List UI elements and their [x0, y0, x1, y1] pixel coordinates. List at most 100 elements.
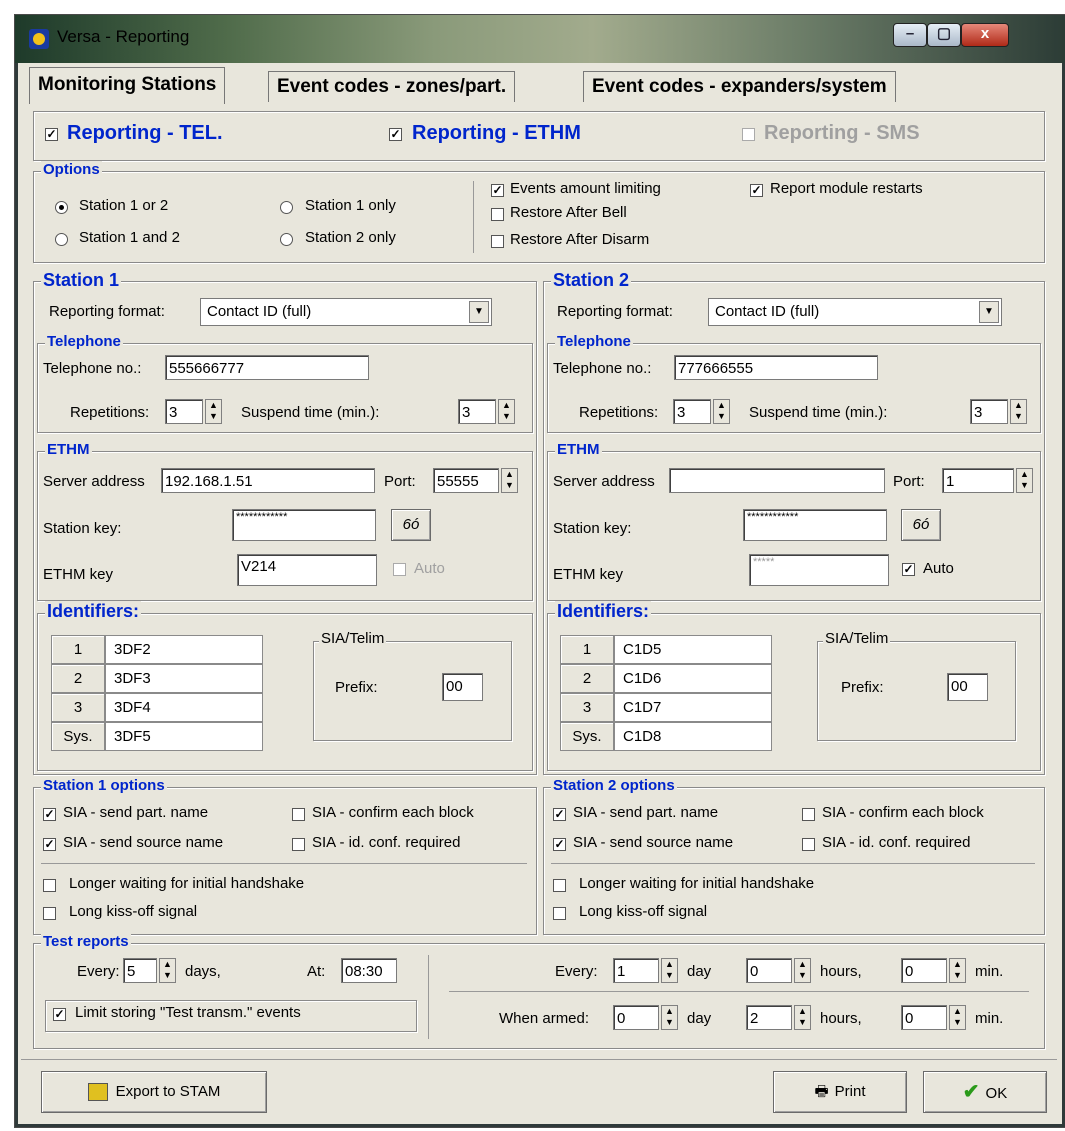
s2-sia-confirm-checkbox[interactable]	[802, 808, 815, 821]
station2-prefix-input[interactable]: 00	[947, 673, 988, 701]
every-hours-input[interactable]: 0	[746, 958, 792, 983]
identifier-index: 3	[560, 693, 614, 722]
s1-long-kiss-checkbox[interactable]	[43, 907, 56, 920]
tab-event-codes-zones[interactable]: Event codes - zones/part.	[268, 71, 516, 102]
hours-label: hours,	[820, 1010, 862, 1027]
export-icon	[87, 1083, 108, 1102]
identifier-index: Sys.	[560, 722, 614, 751]
port-spin[interactable]: ▲ ▼	[1016, 468, 1033, 493]
repetitions-spin[interactable]: ▲ ▼	[713, 399, 730, 424]
identifier-input[interactable]: C1D8	[614, 722, 772, 751]
report-restarts-checkbox[interactable]: ✓	[750, 184, 763, 197]
restore-bell-checkbox[interactable]	[491, 208, 504, 221]
station1-format-select[interactable]: Contact ID (full) ▼	[200, 298, 492, 326]
identifier-index: 1	[51, 635, 105, 664]
station1-key-input[interactable]: ************	[232, 509, 376, 541]
s2-sia-part-checkbox[interactable]: ✓	[553, 808, 566, 821]
armed-min-spin[interactable]: ▲ ▼	[949, 1005, 966, 1030]
radio-station-2-only[interactable]	[280, 233, 293, 246]
sia-source-label: SIA - send source name	[63, 834, 224, 851]
armed-day-spin[interactable]: ▲ ▼	[661, 1005, 678, 1030]
station2-ethm-key-input[interactable]: *****	[749, 554, 889, 586]
print-label: Print	[834, 1083, 866, 1100]
s2-sia-idconf-checkbox[interactable]	[802, 838, 815, 851]
armed-day-input[interactable]: 0	[613, 1005, 659, 1030]
station1-repetitions-input[interactable]: 3	[165, 399, 203, 424]
show-key-button[interactable]: 6ó	[901, 509, 941, 541]
every-day-spin[interactable]: ▲ ▼	[661, 958, 678, 983]
sia-part-label: SIA - send part. name	[573, 804, 719, 821]
identifier-input[interactable]: 3DF4	[105, 693, 263, 722]
armed-hours-input[interactable]: 2	[746, 1005, 792, 1030]
station1-port-input[interactable]: 55555	[433, 468, 499, 493]
reporting-ethm-checkbox[interactable]: ✓	[389, 128, 402, 141]
s2-long-kiss-checkbox[interactable]	[553, 907, 566, 920]
s2-sia-source-checkbox[interactable]: ✓	[553, 838, 566, 851]
export-to-stam-button[interactable]: Export to STAM	[41, 1071, 267, 1113]
repetitions-spin[interactable]: ▲ ▼	[205, 399, 222, 424]
ok-button[interactable]: ✔ OK	[923, 1071, 1047, 1113]
station1-ethm-key-input[interactable]: V214	[237, 554, 377, 586]
identifier-input[interactable]: C1D6	[614, 664, 772, 693]
station2-phone-input[interactable]: 777666555	[674, 355, 878, 380]
every-days-spin[interactable]: ▲ ▼	[159, 958, 176, 983]
identifier-input[interactable]: 3DF3	[105, 664, 263, 693]
station1-suspend-input[interactable]: 3	[458, 399, 496, 424]
s1-sia-confirm-checkbox[interactable]	[292, 808, 305, 821]
window-title: Versa - Reporting	[57, 27, 190, 46]
suspend-spin[interactable]: ▲ ▼	[1010, 399, 1027, 424]
station2-server-input[interactable]	[669, 468, 885, 493]
test-at-time-input[interactable]: 08:30	[341, 958, 397, 983]
station2-port-input[interactable]: 1	[942, 468, 1014, 493]
every-min-input[interactable]: 0	[901, 958, 947, 983]
title-bar[interactable]: Versa - Reporting – ▢ x	[15, 15, 1065, 63]
station1-auto-checkbox[interactable]	[393, 563, 406, 576]
station-key-label: Station key:	[553, 520, 632, 537]
events-limit-checkbox[interactable]: ✓	[491, 184, 504, 197]
station2-auto-checkbox[interactable]: ✓	[902, 563, 915, 576]
station2-repetitions-input[interactable]: 3	[673, 399, 711, 424]
s1-sia-part-checkbox[interactable]: ✓	[43, 808, 56, 821]
armed-hours-spin[interactable]: ▲ ▼	[794, 1005, 811, 1030]
radio-station-1-or-2[interactable]	[55, 201, 68, 214]
close-button[interactable]: x	[961, 23, 1009, 47]
station2-key-input[interactable]: ************	[743, 509, 887, 541]
radio-station-1-only[interactable]	[280, 201, 293, 214]
suspend-spin[interactable]: ▲ ▼	[498, 399, 515, 424]
identifier-input[interactable]: C1D7	[614, 693, 772, 722]
station1-prefix-input[interactable]: 00	[442, 673, 483, 701]
s2-longer-wait-checkbox[interactable]	[553, 879, 566, 892]
station1-server-input[interactable]: 192.168.1.51	[161, 468, 375, 493]
every-day-input[interactable]: 1	[613, 958, 659, 983]
every-hours-spin[interactable]: ▲ ▼	[794, 958, 811, 983]
station1-phone-input[interactable]: 555666777	[165, 355, 369, 380]
reporting-tel-checkbox[interactable]: ✓	[45, 128, 58, 141]
port-spin[interactable]: ▲ ▼	[501, 468, 518, 493]
tab-monitoring-stations[interactable]: Monitoring Stations	[29, 67, 226, 104]
show-key-button[interactable]: 6ó	[391, 509, 431, 541]
tab-event-codes-expanders[interactable]: Event codes - expanders/system	[583, 71, 896, 102]
radio-station-1-and-2[interactable]	[55, 233, 68, 246]
identifier-input[interactable]: C1D5	[614, 635, 772, 664]
minimize-button[interactable]: –	[893, 23, 927, 47]
maximize-button[interactable]: ▢	[927, 23, 961, 47]
station2-suspend-input[interactable]: 3	[970, 399, 1008, 424]
identifier-input[interactable]: 3DF5	[105, 722, 263, 751]
sia-confirm-label: SIA - confirm each block	[312, 804, 474, 821]
s1-sia-source-checkbox[interactable]: ✓	[43, 838, 56, 851]
long-kiss-label: Long kiss-off signal	[69, 903, 198, 920]
test-every-days-input[interactable]: 5	[123, 958, 157, 983]
every-min-spin[interactable]: ▲ ▼	[949, 958, 966, 983]
armed-min-input[interactable]: 0	[901, 1005, 947, 1030]
restore-disarm-checkbox[interactable]	[491, 235, 504, 248]
station2-format-select[interactable]: Contact ID (full) ▼	[708, 298, 1002, 326]
long-kiss-label: Long kiss-off signal	[579, 903, 708, 920]
limit-storing-checkbox[interactable]: ✓	[53, 1008, 66, 1021]
s1-sia-idconf-checkbox[interactable]	[292, 838, 305, 851]
s1-longer-wait-checkbox[interactable]	[43, 879, 56, 892]
reporting-sms-checkbox[interactable]	[742, 128, 755, 141]
bottom-divider	[21, 1059, 1057, 1060]
identifier-input[interactable]: 3DF2	[105, 635, 263, 664]
print-button[interactable]: 🖶 Print	[773, 1071, 907, 1113]
format-value: Contact ID (full)	[715, 303, 820, 320]
